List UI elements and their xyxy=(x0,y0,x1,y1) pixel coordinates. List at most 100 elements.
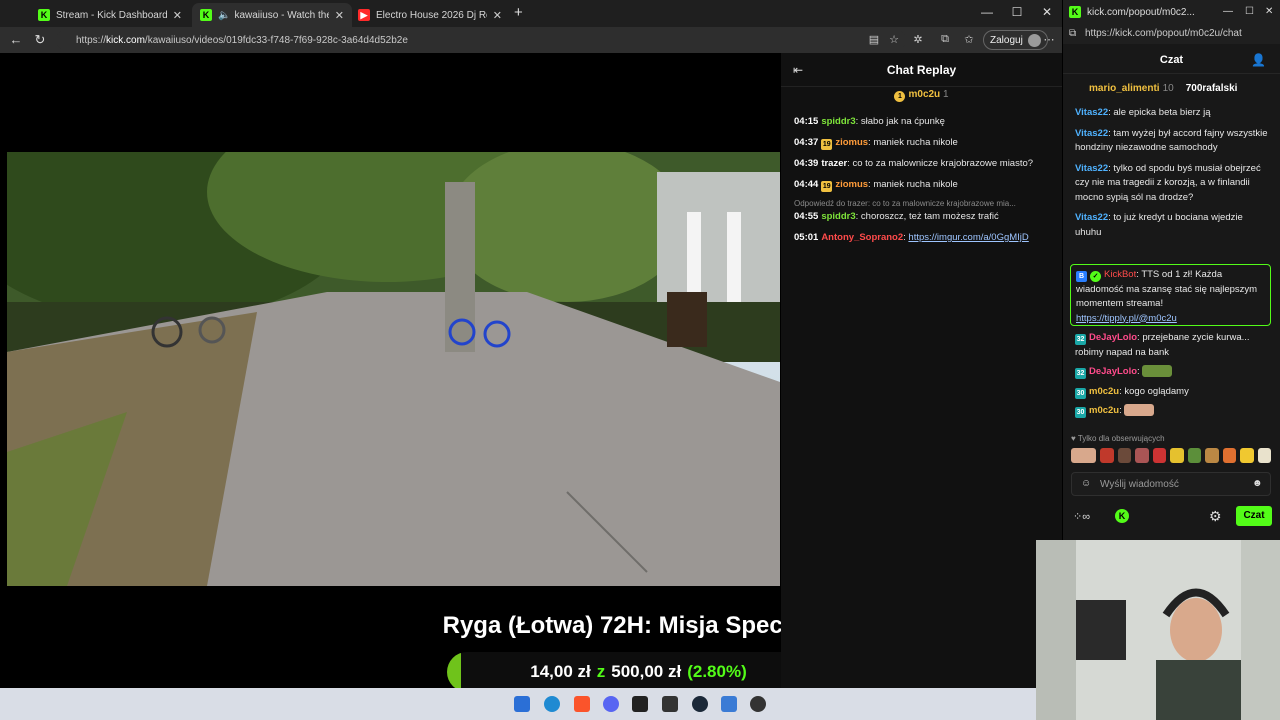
tab-kawaiiuso-vod[interactable]: K 🔈 kawaiiuso - Watch the VOD o ✕ xyxy=(192,3,352,27)
emote-icon[interactable] xyxy=(1170,448,1184,463)
chat-text: ale epicka beta bierz ją xyxy=(1113,107,1211,118)
chat-username[interactable]: Vitas22 xyxy=(1075,107,1108,118)
chat-message: 30 m0c2u: kogo oglądamy xyxy=(1075,385,1189,399)
send-chat-button[interactable]: Czat xyxy=(1236,506,1272,526)
maximize-icon[interactable]: ☐ xyxy=(1245,6,1254,17)
tab-title: kawaiiuso - Watch the VOD o xyxy=(234,9,328,21)
pinned-user[interactable]: m0c2u xyxy=(908,89,940,100)
tipply-link[interactable]: https://tipply.pl/@m0c2u xyxy=(1076,313,1177,324)
emote-icon[interactable] xyxy=(1240,448,1254,463)
emote-bar xyxy=(1071,448,1272,466)
message-time: 04:44 xyxy=(794,179,819,190)
chat-username[interactable]: KickBot xyxy=(1104,269,1136,280)
chat-username[interactable]: m0c2u xyxy=(1089,386,1119,397)
emote-icon[interactable] xyxy=(1187,448,1202,463)
minimize-icon[interactable]: — xyxy=(1223,6,1233,17)
smiley-icon[interactable]: ☻ xyxy=(1252,478,1263,489)
emote-icon[interactable] xyxy=(1135,448,1149,463)
emote-picker-icon[interactable]: ☺ xyxy=(1081,478,1091,489)
users-icon[interactable]: 👤 xyxy=(1251,53,1266,67)
chat-username[interactable]: trazer xyxy=(821,158,847,169)
reader-icon[interactable]: ▤ xyxy=(866,33,882,46)
settings-gear-icon[interactable]: ⚙ xyxy=(1209,508,1222,525)
chat-message: 04:15 spiddr3: słabo jak na ćpunkę xyxy=(794,116,945,127)
chat-message: 32 DeJayLolo: xyxy=(1075,365,1271,380)
pinned-gifter-1[interactable]: mario_alimenti 10 xyxy=(1089,83,1174,94)
chat-text: słabo jak na ćpunkę xyxy=(860,116,945,127)
pinned-gifter-2[interactable]: 700rafalski xyxy=(1186,83,1238,94)
sub-badge-icon: 19 xyxy=(821,181,833,192)
chat-username[interactable]: Vitas22 xyxy=(1075,128,1108,139)
tab-youtube-electro[interactable]: ▶ Electro House 2026 Dj Remix ✕ xyxy=(350,3,510,27)
favorite-star-icon[interactable]: ☆ xyxy=(886,33,902,46)
chat-username[interactable]: DeJayLolo xyxy=(1089,366,1137,377)
split-screen-icon[interactable]: ⧉ xyxy=(937,33,953,46)
emote-icon[interactable] xyxy=(1152,448,1167,463)
favorites-icon[interactable]: ✩ xyxy=(961,33,977,46)
taskbar xyxy=(0,688,1036,720)
url-field[interactable]: https://kick.com/kawaiiuso/videos/019fdc… xyxy=(56,30,906,50)
login-button[interactable]: Zaloguj xyxy=(983,30,1048,50)
close-icon[interactable]: ✕ xyxy=(335,9,344,22)
close-window-icon[interactable]: ✕ xyxy=(1265,6,1273,17)
brave-icon[interactable] xyxy=(574,696,590,712)
epic-games-icon[interactable] xyxy=(662,696,678,712)
emote-icon[interactable] xyxy=(1100,448,1114,463)
popout-address-bar[interactable]: ⧉ https://kick.com/popout/m0c2u/chat xyxy=(1063,24,1280,44)
chat-message: 04:39 trazer: co to za malownicze krajobr… xyxy=(794,158,1034,169)
emote-icon[interactable] xyxy=(1205,448,1219,463)
edge-icon[interactable] xyxy=(544,696,560,712)
emote-icon[interactable] xyxy=(1257,448,1272,463)
chat-message: 04:37 19 ziomus: maniek rucha nikole xyxy=(794,137,958,150)
chat-text: kogo oglądamy xyxy=(1124,385,1189,397)
chat-username[interactable]: m0c2u xyxy=(1089,405,1119,416)
chat-messages: Vitas22: ale epicka beta bierz ją Vitas22… xyxy=(1075,106,1271,246)
close-icon[interactable]: ✕ xyxy=(173,9,182,22)
emote-icon[interactable] xyxy=(1117,448,1132,463)
discord-icon[interactable] xyxy=(603,696,619,712)
speaker-icon[interactable]: 🔈 xyxy=(218,10,230,21)
app-icon[interactable] xyxy=(721,696,737,712)
login-label: Zaloguj xyxy=(990,34,1023,46)
chat-username[interactable]: spiddr3 xyxy=(821,211,855,222)
sub-badge-icon: 32 xyxy=(1075,334,1086,345)
site-info-icon[interactable]: ⧉ xyxy=(1069,28,1076,39)
kick-coin-icon[interactable]: K xyxy=(1115,509,1129,523)
new-tab-icon[interactable]: + xyxy=(514,4,523,21)
more-icon[interactable]: ⋯ xyxy=(1041,33,1057,46)
emote-icon[interactable] xyxy=(1222,448,1237,463)
close-icon[interactable]: ✕ xyxy=(493,9,502,22)
obs-icon[interactable] xyxy=(750,696,766,712)
close-window-icon[interactable]: ✕ xyxy=(1035,5,1059,19)
chat-username[interactable]: DeJayLolo xyxy=(1089,332,1137,343)
pinned-gifter: 1 m0c2u 1 xyxy=(781,89,1062,102)
extensions-icon[interactable]: ✲ xyxy=(910,33,926,46)
chat-username[interactable]: Vitas22 xyxy=(1075,163,1108,174)
popout-title-bar: K kick.com/popout/m0c2... — ☐ ✕ xyxy=(1063,0,1280,26)
chat-username[interactable]: Antony_Soprano2 xyxy=(821,232,903,243)
chat-input[interactable]: ☺ Wyślij wiadomość ☻ xyxy=(1071,472,1271,496)
goal-target: 500,00 zł xyxy=(611,662,682,681)
tab-title: Electro House 2026 Dj Remix xyxy=(376,9,487,21)
minimize-icon[interactable]: — xyxy=(975,5,999,19)
tab-kick-dashboard[interactable]: K Stream - Kick Dashboard ✕ xyxy=(30,3,190,27)
back-icon[interactable]: ← xyxy=(8,32,24,47)
app-icon[interactable] xyxy=(632,696,648,712)
emote-icon xyxy=(1124,404,1155,417)
video-player[interactable] xyxy=(7,152,780,586)
emote-icon[interactable] xyxy=(1071,448,1097,463)
reload-icon[interactable]: ↻ xyxy=(32,32,48,48)
sub-badge-icon: 19 xyxy=(821,139,833,150)
points-icon[interactable]: ⁘∞ xyxy=(1073,510,1090,523)
chat-input-placeholder: Wyślij wiadomość xyxy=(1100,478,1179,490)
chat-username[interactable]: Vitas22 xyxy=(1075,212,1108,223)
sub-badge-icon: 32 xyxy=(1075,368,1086,379)
chat-link[interactable]: https://imgur.com/a/0GgMIjD xyxy=(908,232,1028,243)
steam-icon[interactable] xyxy=(692,696,708,712)
chat-username[interactable]: ziomus xyxy=(835,179,868,190)
chat-username[interactable]: ziomus xyxy=(835,137,868,148)
chat-username[interactable]: spiddr3 xyxy=(821,116,855,127)
kick-icon: K xyxy=(1069,6,1081,18)
maximize-icon[interactable]: ☐ xyxy=(1005,5,1029,19)
windows-start-icon[interactable] xyxy=(514,696,530,712)
